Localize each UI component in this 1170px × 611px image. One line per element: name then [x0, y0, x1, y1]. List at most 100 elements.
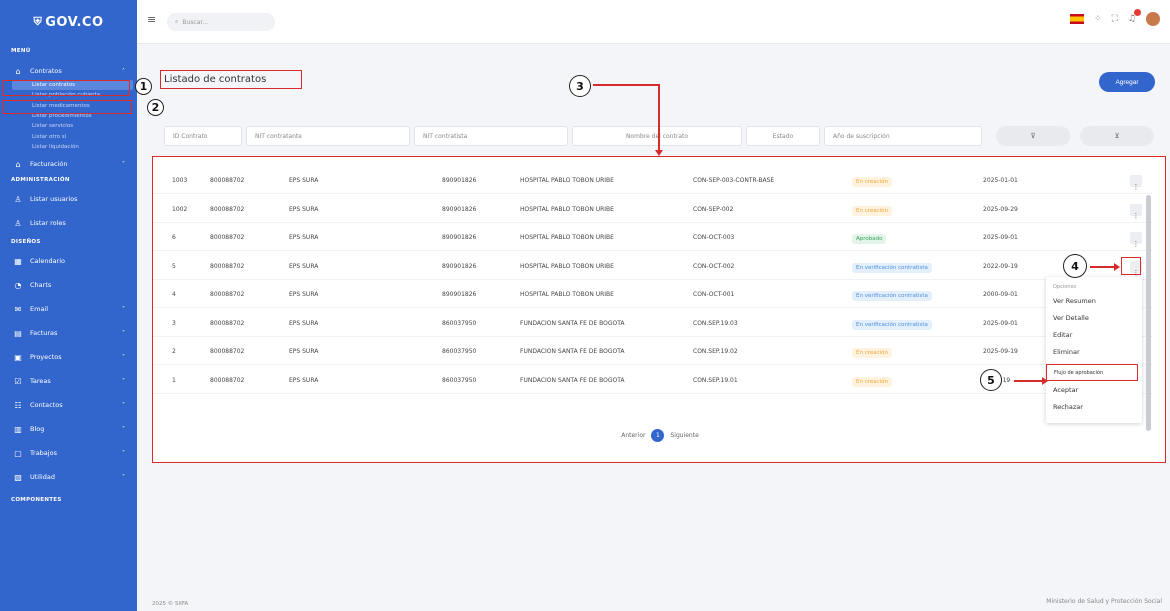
spain-flag-icon[interactable]: [1070, 14, 1085, 24]
table-row[interactable]: 5 800088702 EPS SURA 890901826 HOSPITAL PABL…: [153, 255, 1153, 280]
cell-nombre: HOSPITAL PABLO TOBON URIBE: [520, 291, 614, 298]
annotation-4: 4: [1063, 254, 1087, 278]
sidebar-item-label: Listar roles: [30, 219, 66, 228]
cell-nit-contratante: 800088702: [210, 234, 245, 241]
table-row[interactable]: 3 800088702 EPS SURA 860037950 FUNDACION SAN…: [153, 312, 1153, 337]
chevron-down-icon: ˅: [122, 449, 125, 457]
annotation-3: 3: [569, 75, 591, 97]
cell-contratante: EPS SURA: [289, 319, 319, 327]
search-icon: ⌕: [175, 18, 179, 25]
cell-nit-contratante: 800088702: [210, 348, 245, 355]
sidebar-item-trabajos[interactable]: ▢ Trabajos ˅: [0, 441, 137, 465]
table-row[interactable]: 2 800088702 EPS SURA 860037950 FUNDACION SAN…: [153, 340, 1153, 365]
briefcase-icon: ▢: [14, 448, 22, 458]
fullscreen-icon[interactable]: ⛶: [1112, 14, 1118, 24]
add-button[interactable]: Agregar: [1099, 72, 1155, 92]
sidebar-item-contactos[interactable]: ☷ Contactos ˅: [0, 393, 137, 417]
cell-id: 3: [172, 319, 176, 327]
filter-nit-contratista[interactable]: NIT contratista: [414, 126, 568, 146]
avatar[interactable]: [1146, 12, 1160, 26]
cell-codigo: CON.SEP.19.02: [693, 348, 738, 355]
cell-nombre: FUNDACION SANTA FE DE BOGOTA: [520, 348, 625, 355]
cell-nit-contratista: 890901826: [442, 205, 477, 213]
menu-ver-detalle[interactable]: Ver Detalle: [1046, 309, 1142, 326]
sidebar-item-email[interactable]: ✉ Email ˅: [0, 297, 137, 321]
menu-ver-resumen[interactable]: Ver Resumen: [1046, 292, 1142, 309]
chevron-down-icon: ˅: [122, 353, 125, 361]
sidebar-item-label: Proyectos: [30, 353, 62, 362]
menu-flujo-aprobacion[interactable]: Flujo de aprobación: [1046, 364, 1138, 381]
bell-icon[interactable]: ♫: [1128, 9, 1141, 24]
sidebar-item-label: Tareas: [30, 377, 51, 386]
sidebar-item-facturacion[interactable]: ⌂ Facturación ˅: [0, 155, 137, 173]
filter-anio-suscripcion[interactable]: Año de suscripción: [824, 126, 982, 146]
sidebar-item-label: Contactos: [30, 401, 63, 410]
pager-next[interactable]: Siguiente: [670, 432, 698, 439]
table-row[interactable]: 1002 800088702 EPS SURA 890901826 HOSPITAL P…: [153, 198, 1153, 223]
cell-contratante: EPS SURA: [289, 177, 319, 184]
table-row[interactable]: 6 800088702 EPS SURA 890901826 HOSPITAL PABL…: [153, 226, 1153, 251]
cell-contratante: EPS SURA: [289, 262, 319, 270]
sidebar-item-proyectos[interactable]: ▣ Proyectos ˅: [0, 345, 137, 369]
sidebar-item-roles[interactable]: ♙ Listar roles: [0, 211, 137, 235]
sidebar-item-facturas[interactable]: ▤ Facturas ˅: [0, 321, 137, 345]
filter-button[interactable]: ⊽: [996, 126, 1070, 146]
sidebar-item-tareas[interactable]: ☑ Tareas ˅: [0, 369, 137, 393]
search-input[interactable]: ⌕ Buscar...: [167, 13, 275, 31]
table-row[interactable]: 1003 800088702 EPS SURA 890901826 HOSPITAL P…: [153, 169, 1153, 194]
pager-page-1[interactable]: 1: [651, 429, 665, 442]
cell-id: 1002: [172, 205, 188, 213]
contracts-table: 1003 800088702 EPS SURA 890901826 HOSPITAL P…: [152, 156, 1166, 463]
footer-copyright: 2025 © SIIFA: [152, 601, 189, 607]
calendar-icon: ▦: [14, 256, 22, 266]
arrow-3-stem: [658, 84, 660, 150]
arrow-4-line: [1090, 266, 1116, 268]
brand-logo[interactable]: ⛨ GOV.CO: [0, 0, 137, 44]
section-menu: MENÚ: [11, 48, 31, 54]
hamburger-icon[interactable]: ≡: [147, 13, 156, 26]
apps-grid-icon[interactable]: ⁘: [1094, 14, 1102, 24]
filter-estado[interactable]: Estado: [746, 126, 820, 146]
sidebar-item-label: Facturación: [30, 160, 68, 169]
cell-id: 4: [172, 291, 176, 298]
row-options-button[interactable]: ⋮: [1130, 175, 1142, 191]
sidebar-item-usuarios[interactable]: ♙ Listar usuarios: [0, 187, 137, 211]
filter-nit-contratante[interactable]: NIT contratante: [246, 126, 410, 146]
clear-filter-button[interactable]: ⊻: [1080, 126, 1154, 146]
sidebar-sub-liquidacion[interactable]: Listar liquidación: [0, 142, 137, 152]
sidebar-item-calendario[interactable]: ▦ Calendario: [0, 249, 137, 273]
sidebar-sub-servicios[interactable]: Listar servicios: [0, 121, 137, 131]
cell-nit-contratista: 890901826: [442, 234, 477, 241]
arrow-3-line: [593, 84, 659, 86]
sidebar-item-charts[interactable]: ◔ Charts: [0, 273, 137, 297]
cell-codigo: CON-OCT-003: [693, 234, 735, 241]
menu-aceptar[interactable]: Aceptar: [1046, 381, 1142, 398]
cell-contratante: EPS SURA: [289, 291, 319, 298]
sidebar-item-label: Trabajos: [30, 449, 57, 458]
cell-codigo: CON.SEP.19.03: [693, 319, 738, 327]
filter-id-contrato[interactable]: ID Contrato: [164, 126, 242, 146]
table-row[interactable]: 4 800088702 EPS SURA 890901826 HOSPITAL PABL…: [153, 283, 1153, 308]
row-options-button[interactable]: ⋮: [1130, 203, 1142, 220]
sidebar-item-contratos[interactable]: ⌂ Contratos ˄: [0, 62, 137, 80]
cell-nombre: HOSPITAL PABLO TOBON URIBE: [520, 262, 614, 270]
sidebar-sub-otro-si[interactable]: Listar otro si: [0, 131, 137, 141]
cell-nit-contratista: 860037950: [442, 348, 477, 355]
sidebar-item-utilidad[interactable]: ▧ Utilidad ˅: [0, 465, 137, 489]
cell-nit-contratista: 890901826: [442, 177, 477, 184]
scrollbar[interactable]: [1146, 195, 1151, 431]
sidebar-item-blog[interactable]: ▥ Blog ˅: [0, 417, 137, 441]
cell-fecha: 2025-09-19: [983, 348, 1018, 355]
menu-editar[interactable]: Editar: [1046, 326, 1142, 343]
menu-rechazar[interactable]: Rechazar: [1046, 398, 1142, 415]
table-row[interactable]: 1 800088702 EPS SURA 860037950 FUNDACION SAN…: [153, 369, 1153, 394]
row-options-button[interactable]: ⋮: [1130, 232, 1142, 248]
menu-eliminar[interactable]: Eliminar: [1046, 343, 1142, 360]
cell-id: 1003: [172, 177, 188, 184]
user-icon: ♙: [14, 218, 22, 228]
utility-icon: ▧: [14, 472, 22, 482]
cell-nit-contratista: 890901826: [442, 262, 477, 270]
filter-nombre-contrato[interactable]: Nombre del contrato: [572, 126, 742, 146]
pager-prev[interactable]: Anterior: [621, 432, 645, 439]
invoice-icon: ▤: [14, 328, 22, 338]
